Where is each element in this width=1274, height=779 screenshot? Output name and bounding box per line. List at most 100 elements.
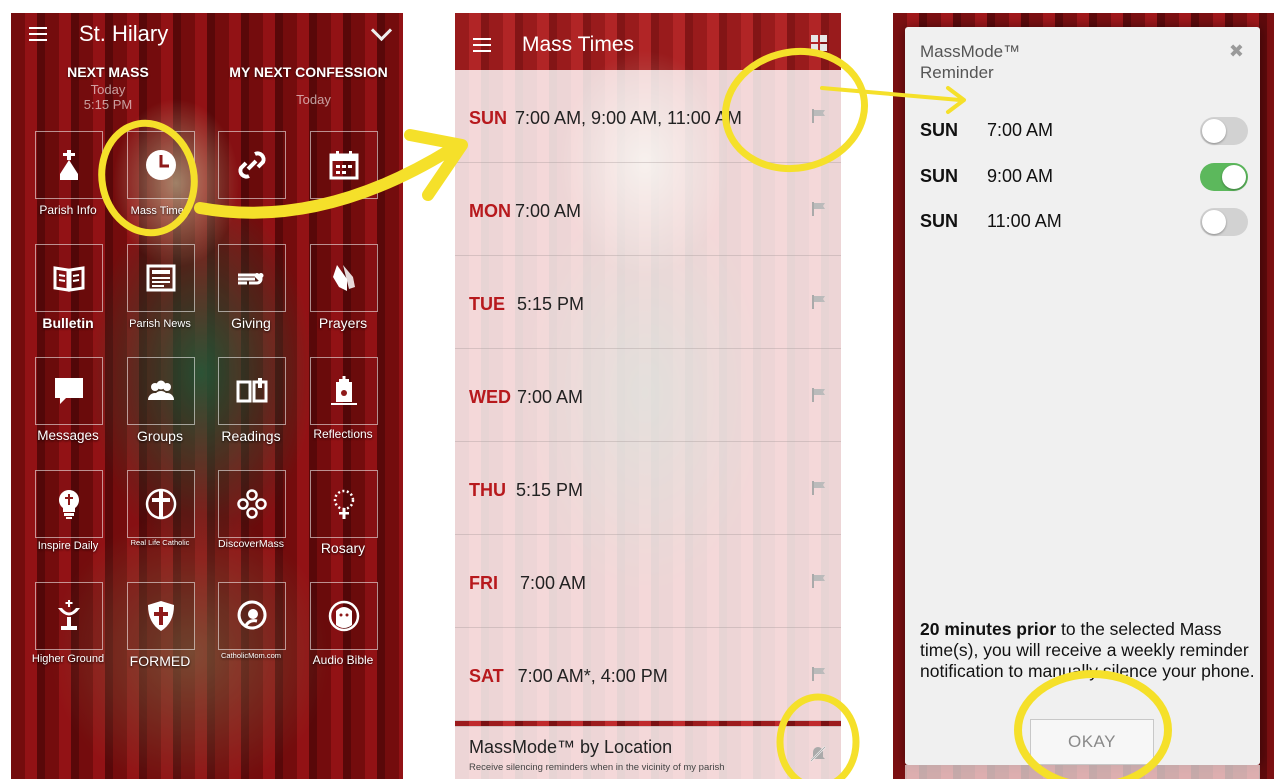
grid-icon[interactable]	[811, 35, 827, 51]
reflection-book-icon	[331, 376, 357, 405]
mother-child-icon	[237, 600, 267, 630]
list-item[interactable]: MON 7:00 AM	[455, 163, 841, 256]
flag-icon[interactable]	[811, 666, 827, 682]
rosary-icon	[333, 489, 355, 519]
link-icon	[238, 151, 266, 179]
reminder-day: SUN	[920, 211, 959, 231]
app-header: St. Hilary	[11, 13, 403, 57]
list-item[interactable]: WED 7:00 AM	[455, 349, 841, 442]
tile-higher-ground[interactable]	[35, 582, 103, 650]
tile-label-discovermass: DiscoverMass	[218, 538, 284, 550]
reminder-toggle[interactable]	[1200, 163, 1248, 191]
mass-times-text: 7:00 AM	[515, 201, 582, 221]
next-confession-label: MY NEXT CONFESSION	[229, 64, 388, 80]
list-item[interactable]: FRI 7:00 AM	[455, 535, 841, 628]
flag-icon[interactable]	[811, 294, 827, 310]
reminder-day: SUN	[920, 120, 959, 140]
reminder-row: SUN 11:00 AM	[920, 206, 1248, 236]
reminder-note-bold: 20 minutes prior	[920, 619, 1057, 639]
tile-reflections[interactable]	[310, 357, 378, 425]
list-item[interactable]: TUE 5:15 PM	[455, 256, 841, 349]
next-mass-time: 5:15 PM	[83, 97, 133, 112]
tile-label-parish-info: Parish Info	[39, 203, 97, 217]
tile-giving[interactable]	[218, 244, 286, 312]
list-item[interactable]: THU 5:15 PM	[455, 442, 841, 535]
tile-calendar[interactable]	[310, 131, 378, 199]
clock-icon	[146, 150, 176, 180]
flag-icon[interactable]	[811, 387, 827, 403]
tile-label-messages: Messages	[37, 428, 99, 443]
real-life-catholic-icon	[145, 488, 177, 520]
reminder-day: SUN	[920, 166, 959, 186]
tile-bulletin[interactable]	[35, 244, 103, 312]
dialog-title-line2: Reminder	[920, 63, 994, 82]
massmode-reminder-screen: MassMode™ Reminder ✖ SUN 7:00 AM SUN 9:0…	[893, 13, 1274, 779]
day-label: THU	[469, 480, 506, 500]
close-icon[interactable]: ✖	[1229, 41, 1244, 62]
tile-readings[interactable]	[218, 357, 286, 425]
tile-formed[interactable]	[127, 582, 195, 650]
menu-icon[interactable]	[29, 27, 47, 41]
tile-label-readings: Readings	[221, 428, 281, 444]
tile-label-mass-times: Mass Times	[130, 205, 190, 217]
next-mass[interactable]: NEXT MASS Today 5:15 PM	[33, 64, 183, 112]
next-confession-day: Today	[296, 92, 331, 107]
tile-label-formed: FORMED	[129, 653, 191, 669]
tile-groups[interactable]	[127, 357, 195, 425]
tile-communication[interactable]	[218, 131, 286, 199]
reminder-toggle[interactable]	[1200, 117, 1248, 145]
list-item[interactable]: SUN 7:00 AM, 9:00 AM, 11:00 AM	[455, 70, 841, 163]
menu-icon[interactable]	[473, 38, 491, 52]
mass-times-screen: Mass Times SUN 7:00 AM, 9:00 AM, 11:00 AM…	[455, 13, 841, 779]
speech-bubble-icon	[55, 378, 83, 404]
reminder-time: 9:00 AM	[987, 166, 1054, 186]
tile-label-audio-bible: Audio Bible	[312, 653, 374, 667]
giving-hand-icon	[238, 273, 264, 285]
tile-label-reflections: Reflections	[313, 427, 373, 441]
dialog-title-line1: MassMode™	[920, 42, 1021, 61]
massmode-title: MassMode™ by Location	[469, 737, 673, 757]
okay-button[interactable]: OKAY	[1030, 719, 1154, 765]
tile-catholicmom[interactable]	[218, 582, 286, 650]
massmode-by-location[interactable]: MassMode™ by Location Receive silencing …	[455, 726, 841, 779]
chalice-icon	[58, 600, 80, 630]
tile-messages[interactable]	[35, 357, 103, 425]
tile-discovermass[interactable]	[218, 470, 286, 538]
tile-parish-info[interactable]	[35, 131, 103, 199]
parish-title[interactable]: St. Hilary	[79, 21, 168, 47]
mass-times-text: 7:00 AM	[520, 573, 587, 593]
next-mass-day: Today	[90, 82, 126, 97]
tile-label-giving: Giving	[231, 315, 271, 331]
tile-prayers[interactable]	[310, 244, 378, 312]
mass-times-text: 5:15 PM	[516, 480, 584, 500]
mass-times-text: 7:00 AM*, 4:00 PM	[517, 666, 668, 686]
tile-real-life-catholic[interactable]	[127, 470, 195, 538]
chevron-down-icon[interactable]	[370, 19, 393, 42]
tile-rosary[interactable]	[310, 470, 378, 538]
flag-icon[interactable]	[811, 201, 827, 217]
reminder-time: 7:00 AM	[987, 120, 1054, 140]
reminder-row: SUN 9:00 AM	[920, 161, 1248, 191]
flag-icon[interactable]	[811, 108, 827, 124]
newspaper-icon	[146, 264, 176, 292]
next-confession[interactable]: MY NEXT CONFESSION Today	[216, 64, 401, 107]
massmode-subtitle: Receive silencing reminders when in the …	[469, 762, 725, 773]
flag-icon[interactable]	[811, 480, 827, 496]
reminder-time: 11:00 AM	[987, 211, 1062, 231]
tile-label-higher-ground: Higher Ground	[31, 653, 105, 665]
shield-cross-icon	[148, 601, 174, 631]
tile-audio-bible[interactable]	[310, 582, 378, 650]
flag-icon[interactable]	[811, 573, 827, 589]
tile-mass-times[interactable]	[127, 131, 195, 199]
next-mass-label: NEXT MASS	[67, 64, 149, 80]
day-label: FRI	[469, 573, 498, 593]
reminder-toggle[interactable]	[1200, 208, 1248, 236]
bell-off-icon[interactable]	[809, 745, 827, 763]
lightbulb-cross-icon	[58, 490, 79, 519]
list-item[interactable]: SAT 7:00 AM*, 4:00 PM	[455, 628, 841, 721]
reminder-dialog: MassMode™ Reminder ✖ SUN 7:00 AM SUN 9:0…	[905, 27, 1260, 765]
tile-inspire-daily[interactable]	[35, 470, 103, 538]
tile-parish-news[interactable]	[127, 244, 195, 312]
reminder-note: 20 minutes prior to the selected Mass ti…	[920, 619, 1255, 682]
tile-label-catholicmom: CatholicMom.com	[220, 651, 281, 660]
